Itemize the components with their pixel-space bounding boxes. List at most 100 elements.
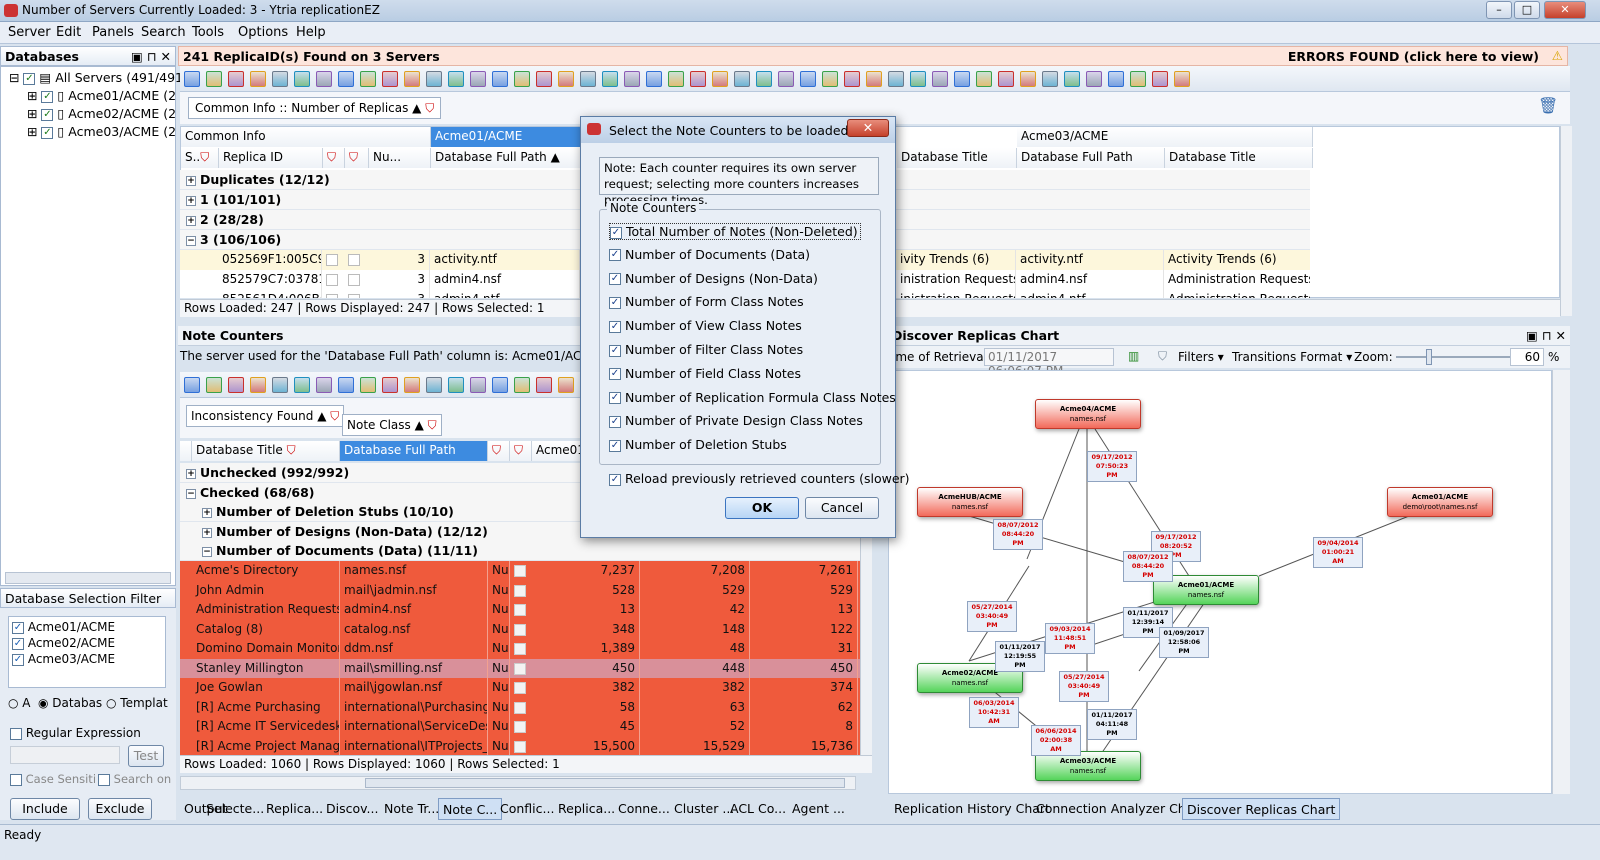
cancel-button[interactable]: Cancel — [805, 497, 879, 519]
col-mark[interactable] — [180, 441, 192, 461]
toolbar-button-icon[interactable] — [514, 377, 530, 393]
radio-templates[interactable]: ○ Templat — [106, 696, 168, 710]
filter-icon[interactable]: ⛉ — [425, 101, 434, 115]
zoom-slider[interactable] — [1396, 349, 1510, 365]
toolbar-button-icon[interactable] — [558, 377, 574, 393]
row-checkbox[interactable] — [514, 604, 526, 616]
col-db-path[interactable]: Database Full Path — [340, 441, 488, 461]
row-checkbox[interactable] — [326, 274, 338, 286]
toolbar-button-icon[interactable] — [206, 377, 222, 393]
counter-checkbox[interactable]: ✓ Number of Form Class Notes — [609, 294, 804, 309]
row-checkbox[interactable] — [514, 584, 526, 597]
toolbar-button-icon[interactable] — [1086, 71, 1102, 87]
row-checkbox[interactable] — [326, 294, 338, 298]
tree-server-3[interactable]: ⊞ ✓ ▯ Acme03/ACME (2 — [27, 124, 176, 139]
table-row[interactable]: Catalog (8) catalog.nsf Nu 348 148 122 — [180, 619, 860, 640]
table-row[interactable]: [R] Acme Project Manageminternational\IT… — [180, 736, 860, 755]
bottom-tab[interactable]: Note Tr... — [380, 798, 443, 820]
reload-checkbox[interactable]: ✓ Reload previously retrieved counters (… — [609, 471, 910, 486]
maximize-button[interactable]: □ — [1514, 1, 1540, 19]
toolbar-button-icon[interactable] — [316, 377, 332, 393]
toolbar-button-icon[interactable] — [844, 71, 860, 87]
toolbar-button-icon[interactable] — [756, 71, 772, 87]
filter-item[interactable]: ✓ Acme02/ACME — [12, 636, 115, 650]
toolbar-button-icon[interactable] — [536, 377, 552, 393]
dialog-close-button[interactable]: ✕ — [847, 119, 889, 137]
toolbar-button-icon[interactable] — [250, 377, 266, 393]
table-row[interactable]: Joe Gowlan mail\jgowlan.nsf Nu 382 382 374 — [180, 678, 860, 698]
bottom-tab[interactable]: Discover Replicas Chart — [1182, 798, 1341, 820]
toolbar-button-icon[interactable] — [668, 71, 684, 87]
toolbar-button-icon[interactable] — [580, 71, 596, 87]
toolbar-button-icon[interactable] — [1174, 71, 1190, 87]
bottom-tab[interactable]: Conne... — [614, 798, 674, 820]
bottom-tab[interactable]: Replica... — [262, 798, 327, 820]
bottom-tab[interactable]: Agent ... — [788, 798, 849, 820]
toolbar-button-icon[interactable] — [184, 71, 200, 87]
toolbar-button-icon[interactable] — [998, 71, 1014, 87]
toolbar-button-icon[interactable] — [272, 377, 288, 393]
col-flag[interactable]: ⛉ — [488, 441, 510, 461]
panel-controls[interactable]: ▣ ⊓ ✕ — [131, 49, 171, 64]
toolbar-button-icon[interactable] — [448, 377, 464, 393]
note-hscrollbar[interactable] — [180, 776, 856, 790]
col-db-path3[interactable]: Database Full Path — [1017, 148, 1165, 168]
col-flag2[interactable]: ⛉ — [345, 148, 369, 168]
bottom-tab[interactable]: Conflic... — [496, 798, 558, 820]
row-checkbox[interactable] — [348, 294, 360, 298]
col-flag1[interactable]: ⛉ — [323, 148, 345, 168]
bottom-tab[interactable]: Selecte... — [202, 798, 268, 820]
chart-icon[interactable]: ▥ — [1128, 349, 1139, 363]
chart-vscrollbar[interactable] — [1552, 370, 1570, 794]
transitions-dropdown[interactable]: Transitions Format ▾ — [1232, 350, 1352, 364]
col-nu[interactable]: Nu... — [369, 148, 431, 168]
table-row[interactable]: John Admin mail\jadmin.nsf Nu 528 529 529 — [180, 580, 860, 601]
counter-checkbox[interactable]: ✓ Number of Field Class Notes — [609, 366, 801, 381]
toolbar-button-icon[interactable] — [558, 71, 574, 87]
menu-edit[interactable]: Edit — [56, 25, 81, 40]
filter-item[interactable]: ✓ Acme03/ACME — [12, 652, 115, 666]
toolbar-button-icon[interactable] — [822, 71, 838, 87]
zoom-input[interactable]: 60 — [1510, 348, 1544, 366]
inconsistency-chip[interactable]: Inconsistency Found ▲ ⛉ — [186, 405, 345, 427]
toolbar-button-icon[interactable] — [294, 377, 310, 393]
toolbar-button-icon[interactable] — [1020, 71, 1036, 87]
bottom-tab[interactable]: Note C... — [438, 798, 503, 820]
toolbar-button-icon[interactable] — [382, 377, 398, 393]
replica-node[interactable]: Acme01/ACME demo\root\names.nsf — [1387, 487, 1493, 517]
ok-button[interactable]: OK — [725, 497, 799, 519]
tree-root[interactable]: ⊟ ✓ ▤ All Servers (491/491) — [9, 70, 188, 85]
row-checkbox[interactable] — [348, 254, 360, 266]
toolbar-button-icon[interactable] — [426, 377, 442, 393]
menu-server[interactable]: Server — [8, 25, 51, 40]
replicas-chart-canvas[interactable]: Acme04/ACME names.nsf AcmeHUB/ACME names.ns… — [888, 370, 1552, 794]
counter-checkbox[interactable]: ✓ Number of Filter Class Notes — [609, 342, 803, 357]
toolbar-button-icon[interactable] — [316, 71, 332, 87]
toolbar-button-icon[interactable] — [250, 71, 266, 87]
replica-node[interactable]: Acme04/ACME names.nsf — [1035, 399, 1141, 429]
minimize-button[interactable]: – — [1486, 1, 1512, 19]
toolbar-button-icon[interactable] — [1152, 71, 1168, 87]
test-button[interactable]: Test — [128, 745, 164, 767]
toolbar-button-icon[interactable] — [646, 71, 662, 87]
row-checkbox[interactable] — [514, 565, 526, 577]
toolbar-button-icon[interactable] — [602, 71, 618, 87]
tree-hscrollbar[interactable] — [5, 572, 171, 584]
counter-checkbox[interactable]: ✓ Total Number of Notes (Non-Deleted) — [609, 223, 861, 240]
toolbar-button-icon[interactable] — [536, 71, 552, 87]
row-checkbox[interactable] — [514, 623, 526, 636]
toolbar-button-icon[interactable] — [360, 377, 376, 393]
toolbar-button-icon[interactable] — [228, 71, 244, 87]
counter-checkbox[interactable]: ✓ Number of Designs (Non-Data) — [609, 271, 818, 286]
row-checkbox[interactable] — [514, 701, 526, 714]
toolbar-button-icon[interactable] — [272, 71, 288, 87]
toolbar-button-icon[interactable] — [690, 71, 706, 87]
row-checkbox[interactable] — [514, 740, 526, 753]
errors-link[interactable]: ERRORS FOUND (click here to view) — [1288, 49, 1539, 64]
counter-checkbox[interactable]: ✓ Number of Replication Formula Class No… — [609, 390, 896, 405]
toolbar-button-icon[interactable] — [712, 71, 728, 87]
toolbar-button-icon[interactable] — [932, 71, 948, 87]
menu-search[interactable]: Search — [141, 25, 186, 40]
toolbar-button-icon[interactable] — [778, 71, 794, 87]
counter-checkbox[interactable]: ✓ Number of Documents (Data) — [609, 247, 810, 262]
